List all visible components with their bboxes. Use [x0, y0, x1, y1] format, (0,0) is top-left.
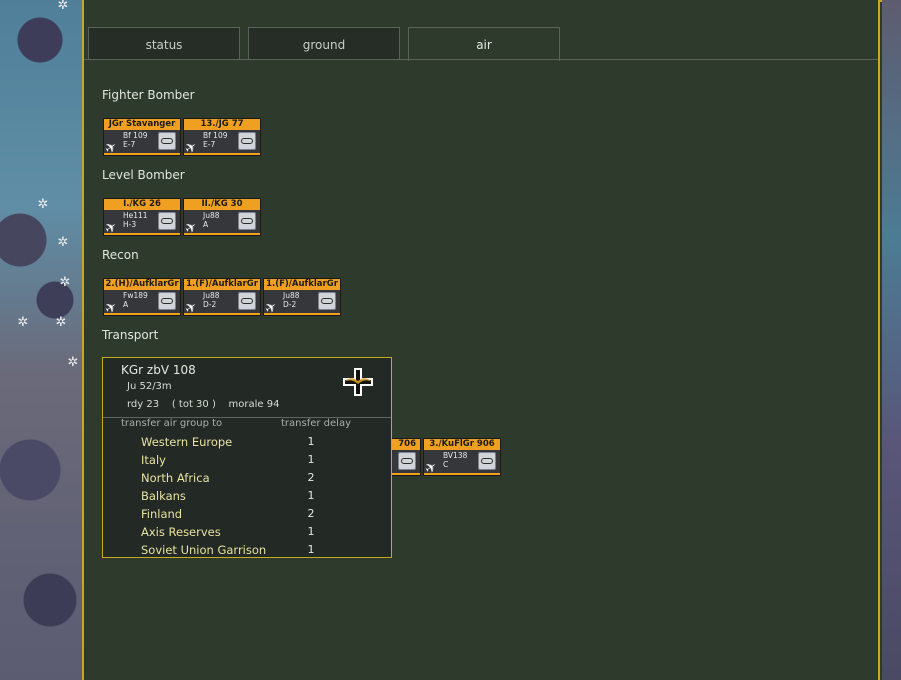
aircraft-variant: D-2 — [203, 300, 217, 309]
transfer-popup: KGr zbV 108 Ju 52/3m rdy 23 ( tot 30 ) m… — [102, 357, 392, 558]
tab-status[interactable]: status — [88, 27, 240, 59]
aircraft-type: Ju88 — [203, 211, 220, 220]
unit-name: 1.(F)/AufklarGr — [184, 279, 260, 290]
destination-north-africa[interactable]: North Africa — [141, 470, 291, 486]
destination-axis-reserves[interactable]: Axis Reserves — [141, 524, 291, 540]
air-unit-counter[interactable]: 1.(F)/AufklarGr Ju88 D-2 ✈ — [182, 278, 261, 318]
airbase-icon: ✲ — [17, 315, 29, 330]
aircraft-type: Bf 109 — [203, 131, 228, 140]
section-recon: Recon — [102, 248, 139, 262]
aircraft-variant: D-2 — [283, 300, 297, 309]
popup-aircraft-type: Ju 52/3m — [127, 381, 172, 392]
destination-balkans[interactable]: Balkans — [141, 488, 291, 504]
tab-bar: status ground air — [88, 27, 878, 61]
transfer-delay-value: 2 — [307, 507, 315, 520]
aircraft-type: BV138 — [443, 451, 468, 460]
air-groups-panel: status ground air — [82, 0, 880, 680]
transfer-delay-value: 2 — [307, 471, 315, 484]
map-left-strip: ✲ ✲ ✲ ✲ ✲ ✲ ✲ — [0, 0, 82, 680]
unit-type-icon — [238, 212, 256, 230]
counter-stripe — [264, 313, 340, 315]
counter-stripe — [184, 153, 260, 155]
aircraft-type: Fw189 — [123, 291, 148, 300]
unit-type-icon — [238, 132, 256, 150]
aircraft-type: He111 — [123, 211, 148, 220]
unit-name: 13./JG 77 — [184, 119, 260, 130]
airbase-icon: ✲ — [59, 275, 71, 290]
aircraft-variant: E-7 — [203, 140, 216, 149]
unit-type-icon — [158, 292, 176, 310]
section-level-bomber: Level Bomber — [102, 168, 185, 182]
unit-type-icon — [158, 212, 176, 230]
destination-finland[interactable]: Finland — [141, 506, 291, 522]
destination-soviet-union-garrison[interactable]: Soviet Union Garrison — [141, 542, 291, 558]
transfer-delay-value: 1 — [307, 489, 315, 502]
transfer-delay-header: transfer delay — [281, 418, 351, 429]
unit-type-icon — [318, 292, 336, 310]
unit-type-icon — [238, 292, 256, 310]
aircraft-type: Bf 109 — [123, 131, 148, 140]
unit-name: 3./KuFlGr 906 — [424, 439, 500, 450]
destination-italy[interactable]: Italy — [141, 452, 291, 468]
air-unit-counter[interactable]: JGr Stavanger Bf 109 E-7 ✈ — [102, 118, 181, 158]
unit-name: I./KG 26 — [104, 199, 180, 210]
aircraft-variant: H-3 — [123, 220, 137, 229]
air-unit-counter[interactable]: 1.(F)/AufklarGr Ju88 D-2 ✈ — [262, 278, 341, 318]
section-transport: Transport — [102, 328, 159, 342]
unit-name: 1.(F)/AufklarGr — [264, 279, 340, 290]
popup-unit-stats: rdy 23 ( tot 30 ) morale 94 — [127, 399, 280, 410]
tab-ground[interactable]: ground — [248, 27, 400, 59]
counter-stripe — [424, 473, 500, 475]
air-unit-counter[interactable]: I./KG 26 He111 H-3 ✈ — [102, 198, 181, 238]
map-right-strip — [882, 0, 901, 680]
transfer-delay-value: 1 — [307, 543, 315, 556]
aircraft-type: Ju88 — [283, 291, 300, 300]
air-unit-counter[interactable]: 2.(H)/AufklarGr Fw189 A ✈ — [102, 278, 181, 318]
airbase-icon: ✲ — [57, 0, 69, 13]
unit-name: II./KG 30 — [184, 199, 260, 210]
aircraft-variant: E-7 — [123, 140, 136, 149]
section-fighter-bomber: Fighter Bomber — [102, 88, 195, 102]
airbase-icon: ✲ — [55, 315, 67, 330]
air-unit-counter[interactable]: 3./KuFlGr 906 BV138 C ✈ — [422, 438, 501, 478]
unit-type-icon — [158, 132, 176, 150]
transfer-delay-value: 1 — [307, 453, 315, 466]
tab-divider — [84, 59, 878, 60]
unit-type-icon — [478, 452, 496, 470]
airbase-icon: ✲ — [67, 355, 79, 370]
tab-air[interactable]: air — [408, 27, 560, 61]
aircraft-type: Ju88 — [203, 291, 220, 300]
unit-name: 2.(H)/AufklarGr — [104, 279, 180, 290]
counter-stripe — [184, 313, 260, 315]
transfer-delay-value: 1 — [307, 435, 315, 448]
transfer-destination-header: transfer air group to — [121, 418, 223, 429]
destination-western-europe[interactable]: Western Europe — [141, 434, 291, 450]
balkenkreuz-icon — [343, 368, 373, 396]
counter-stripe — [184, 233, 260, 235]
counter-stripe — [104, 313, 180, 315]
popup-unit-title: KGr zbV 108 — [121, 363, 196, 377]
airbase-icon: ✲ — [57, 235, 69, 250]
unit-type-icon — [398, 452, 416, 470]
counter-stripe — [104, 233, 180, 235]
air-unit-counter[interactable]: II./KG 30 Ju88 A ✈ — [182, 198, 261, 238]
unit-name: JGr Stavanger — [104, 119, 180, 130]
transfer-delay-value: 1 — [307, 525, 315, 538]
airbase-icon: ✲ — [37, 197, 49, 212]
air-unit-counter[interactable]: 13./JG 77 Bf 109 E-7 ✈ — [182, 118, 261, 158]
counter-stripe — [104, 153, 180, 155]
